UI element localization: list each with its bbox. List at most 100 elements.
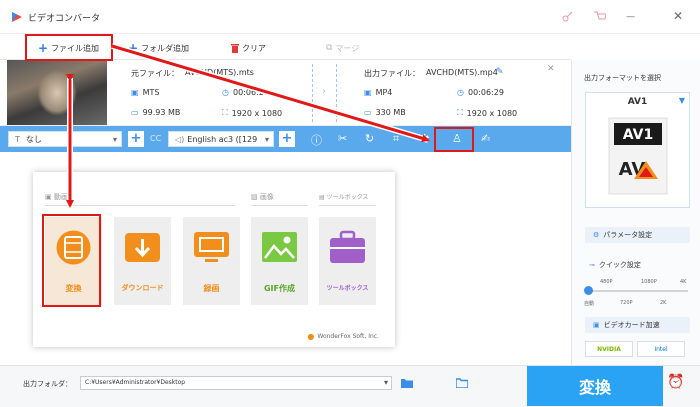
quality-label: 4K: [680, 279, 687, 285]
tile-gif[interactable]: GIF作成: [251, 217, 308, 305]
key-icon[interactable]: [562, 11, 573, 22]
audio-select[interactable]: ◁) English ac3 ([129 ▾: [168, 131, 274, 147]
add-audio-button[interactable]: +: [279, 131, 295, 147]
divider: [319, 205, 376, 206]
tile-label: ツールボックス: [326, 285, 369, 292]
highlight-add-file: [25, 34, 113, 61]
edit-icon[interactable]: ✎: [496, 67, 504, 77]
format-name: AV1: [627, 97, 648, 107]
effects-icon[interactable]: ✲: [420, 132, 429, 145]
format-selector[interactable]: AV1 ▼ AV1 AV: [585, 92, 690, 208]
tile-record[interactable]: 録画: [183, 217, 240, 305]
image-icon: [262, 232, 297, 262]
toolbox-section-icon: ▤: [319, 194, 327, 201]
clock-icon: ◷: [457, 88, 464, 97]
source-duration: ◷ 00:06:29: [222, 88, 269, 97]
source-name: AVCHD(MTS).mts: [185, 68, 254, 77]
trash-icon: [231, 43, 239, 53]
minimize-icon[interactable]: —: [626, 12, 635, 22]
highlight-convert-tile: [42, 214, 101, 307]
tile-download[interactable]: ダウンロード: [114, 217, 171, 305]
tile-toolbox[interactable]: ツールボックス: [319, 217, 376, 305]
alarm-clock-icon[interactable]: ⏰: [667, 374, 684, 390]
remove-item-icon[interactable]: ✕: [547, 64, 555, 74]
slider-icon: ⊸: [589, 261, 595, 269]
video-thumbnail[interactable]: [7, 60, 107, 125]
chevron-right-icon: ›: [322, 86, 326, 97]
tile-label: ダウンロード: [121, 284, 164, 292]
plus-icon: +: [128, 41, 139, 55]
source-resolution: ⛶ 1920 x 1080: [222, 108, 283, 118]
quality-label: 480P: [600, 279, 613, 285]
browse-folder-icon[interactable]: [401, 378, 413, 388]
merge-button[interactable]: ⧉ マージ: [326, 41, 359, 55]
subtitle-off-icon[interactable]: CC: [150, 134, 161, 143]
clock-icon: ◷: [222, 88, 229, 97]
resolution-icon: ⛶: [457, 108, 463, 117]
quick-settings: ⊸ クイック設定: [589, 261, 641, 269]
download-icon: [125, 233, 160, 262]
svg-text:AV1: AV1: [623, 127, 653, 143]
crop-icon[interactable]: ⌗: [393, 132, 399, 146]
quality-label: 1080P: [641, 279, 657, 285]
divider: [45, 205, 235, 206]
brand-logo-icon: ●: [307, 332, 315, 341]
add-folder-label: フォルダ追加: [141, 43, 190, 53]
cart-icon[interactable]: [594, 11, 606, 22]
add-subtitle-button[interactable]: +: [128, 131, 144, 147]
screen-record-icon: [194, 232, 229, 262]
merge-label: マージ: [335, 43, 360, 53]
chip-icon: ▣: [593, 321, 600, 329]
add-folder-button[interactable]: + フォルダ追加: [128, 41, 189, 55]
text-icon: T: [15, 134, 20, 144]
tile-label: 録画: [203, 284, 220, 293]
output-name: AVCHD(MTS).mp4: [426, 68, 498, 77]
output-size: ▭ 330 MB: [364, 108, 406, 117]
chevron-down-icon: ▾: [383, 378, 388, 387]
rotate-icon[interactable]: ↻: [365, 132, 374, 145]
intel-badge[interactable]: Intel: [637, 341, 685, 357]
gpu-acceleration[interactable]: ▣ ビデオカード加速: [585, 317, 690, 333]
parameter-settings-button[interactable]: ⚙ パラメータ設定: [585, 227, 690, 243]
source-size: ▭ 99.93 MB: [131, 108, 181, 117]
chevron-down-icon: ▾: [264, 134, 269, 144]
close-icon[interactable]: ✕: [673, 9, 683, 23]
video-file-icon: ▣: [364, 88, 372, 97]
subtitle-select[interactable]: T なし ▾: [8, 131, 122, 147]
clear-label: クリア: [242, 43, 266, 53]
output-folder-input[interactable]: C:¥Users¥Administrator¥Desktop ▾: [80, 376, 392, 390]
divider: [336, 64, 337, 122]
quality-label: 自動: [584, 301, 595, 307]
app-logo-icon: [12, 12, 22, 22]
clear-button[interactable]: クリア: [231, 41, 266, 55]
nvidia-badge[interactable]: NVIDIA: [585, 341, 633, 357]
folder-icon: ▭: [364, 108, 372, 117]
chevron-down-icon: ▾: [112, 134, 117, 144]
quality-label: 2K: [660, 300, 667, 306]
section-image: ▨ 画像: [251, 193, 274, 201]
toolbox-icon: [330, 230, 365, 263]
output-folder-label: 出力フォルダ：: [23, 380, 72, 388]
slider-handle[interactable]: [584, 286, 593, 295]
source-label: 元ファイル：: [131, 69, 179, 78]
right-panel: 出力フォーマットを選択 AV1 ▼ AV1 AV ⚙ パラメータ設定 ⊸ クイッ…: [571, 60, 700, 365]
section-video: ▣ 動画: [45, 193, 68, 201]
brand: ● WonderFox Soft, Inc.: [307, 332, 379, 341]
quality-slider[interactable]: [586, 290, 688, 292]
window-title: ビデオコンバータ: [28, 14, 101, 24]
resolution-icon: ⛶: [222, 108, 228, 117]
output-duration: ◷ 00:06:29: [457, 88, 504, 97]
info-icon[interactable]: ⓘ: [311, 132, 322, 148]
edit-pen-icon[interactable]: ✍: [481, 132, 490, 145]
video-section-icon: ▣: [45, 193, 54, 201]
chevron-down-icon: ▼: [678, 96, 685, 105]
speaker-icon: ◁): [175, 134, 185, 144]
format-title: 出力フォーマットを選択: [584, 74, 661, 82]
output-resolution: ⛶ 1920 x 1080: [457, 108, 518, 118]
open-folder-icon[interactable]: [456, 378, 468, 388]
settings-icon: ⚙: [593, 231, 600, 239]
scissors-icon[interactable]: ✂: [338, 132, 347, 145]
section-toolbox: ▤ ツールボックス: [319, 194, 369, 201]
convert-button[interactable]: 変換: [527, 366, 663, 406]
quality-label: 720P: [620, 300, 633, 306]
